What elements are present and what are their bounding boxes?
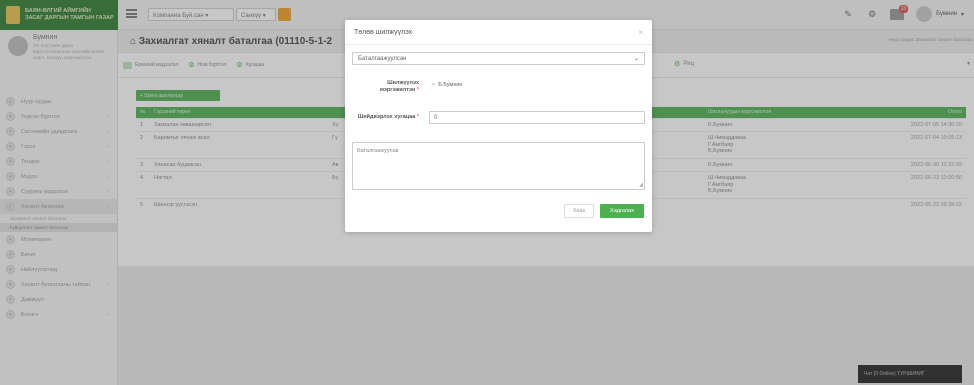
deadline-input[interactable]: 0: [429, 111, 645, 124]
remove-tag-icon[interactable]: ×: [432, 82, 435, 88]
deadline-label: Шийдвэрлэх хугацаа *: [357, 114, 419, 120]
close-icon[interactable]: ×: [638, 28, 643, 37]
status-select[interactable]: Баталгаажуулсан ⌄: [352, 52, 645, 65]
dialog-title: Төлөв шилжүүлэх: [354, 29, 413, 36]
reviewer-label: Шилжүүлэх мэргэжилтэн *: [379, 80, 419, 93]
change-status-dialog: Төлөв шилжүүлэх × Баталгаажуулсан ⌄ Шилж…: [345, 20, 652, 232]
note-textarea[interactable]: Баталгаажуулав ◢: [352, 142, 645, 190]
reviewer-tag[interactable]: × Б.Бумнин: [432, 82, 462, 88]
save-button[interactable]: Хадгалах: [600, 204, 644, 218]
close-button[interactable]: Хаах: [564, 204, 594, 218]
resize-handle-icon[interactable]: ◢: [639, 182, 643, 188]
chevron-down-icon: ⌄: [633, 56, 639, 62]
